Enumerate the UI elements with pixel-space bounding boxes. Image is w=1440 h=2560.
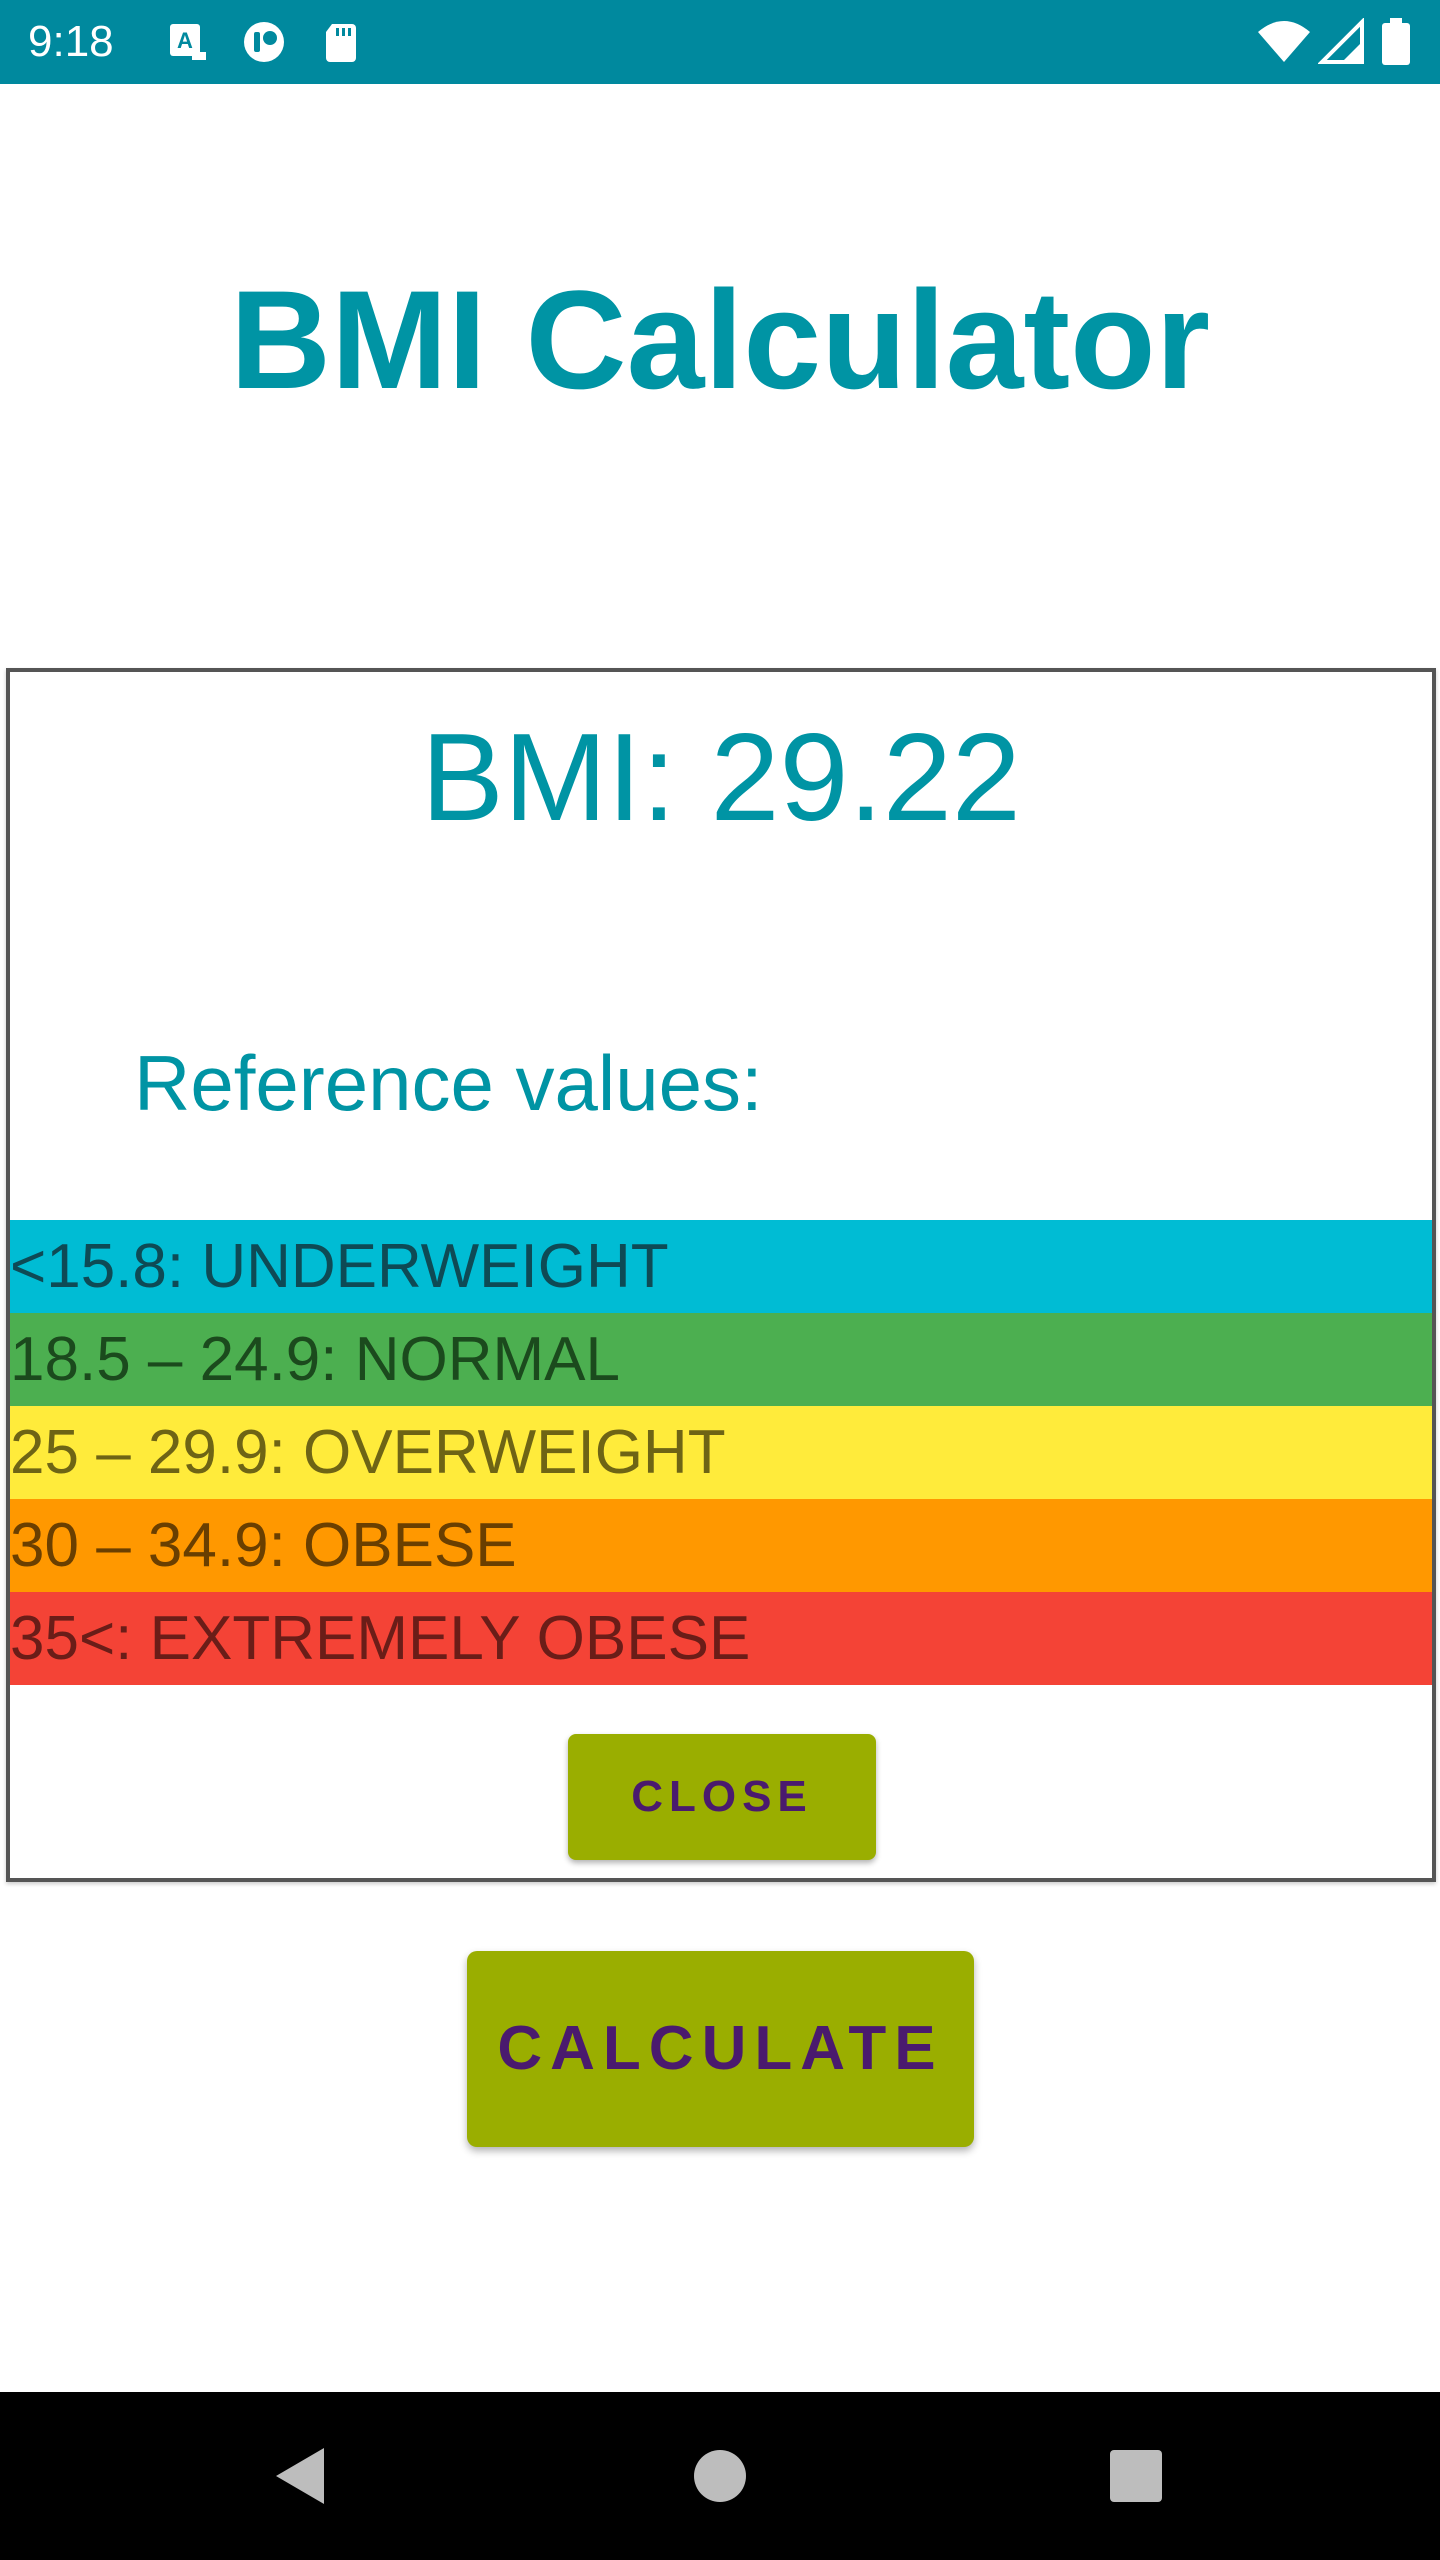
app-title: BMI Calculator [229, 261, 1211, 418]
status-bar: 9:18 A [0, 0, 1440, 84]
status-time: 9:18 [28, 17, 114, 66]
navigation-bar [0, 2392, 1440, 2560]
keyboard-a-icon: A [164, 18, 212, 66]
bmi-result-dialog: BMI: 29.22 Reference values: <15.8: UNDE… [6, 668, 1436, 1882]
close-button[interactable]: CLOSE [568, 1734, 876, 1860]
bmi-result-text: BMI: 29.22 [421, 709, 1021, 847]
back-icon[interactable] [262, 2436, 342, 2516]
battery-icon [1380, 18, 1412, 66]
reference-row-obese: 30 – 34.9: OBESE [10, 1499, 1432, 1592]
reference-row-extremely-obese: 35<: EXTREMELY OBESE [10, 1592, 1432, 1685]
sync-icon [240, 18, 288, 66]
calculate-button[interactable]: CALCULATE [467, 1951, 974, 2147]
sd-card-icon [318, 18, 366, 66]
svg-text:A: A [177, 28, 193, 53]
reference-row-normal: 18.5 – 24.9: NORMAL [10, 1313, 1432, 1406]
home-icon[interactable] [680, 2436, 760, 2516]
wifi-icon [1256, 18, 1312, 66]
reference-values-list: <15.8: UNDERWEIGHT 18.5 – 24.9: NORMAL 2… [10, 1220, 1432, 1685]
reference-row-underweight: <15.8: UNDERWEIGHT [10, 1220, 1432, 1313]
reference-values-heading: Reference values: [134, 1039, 763, 1127]
reference-row-overweight: 25 – 29.9: OVERWEIGHT [10, 1406, 1432, 1499]
recents-icon[interactable] [1094, 2436, 1174, 2516]
signal-icon [1317, 17, 1366, 66]
